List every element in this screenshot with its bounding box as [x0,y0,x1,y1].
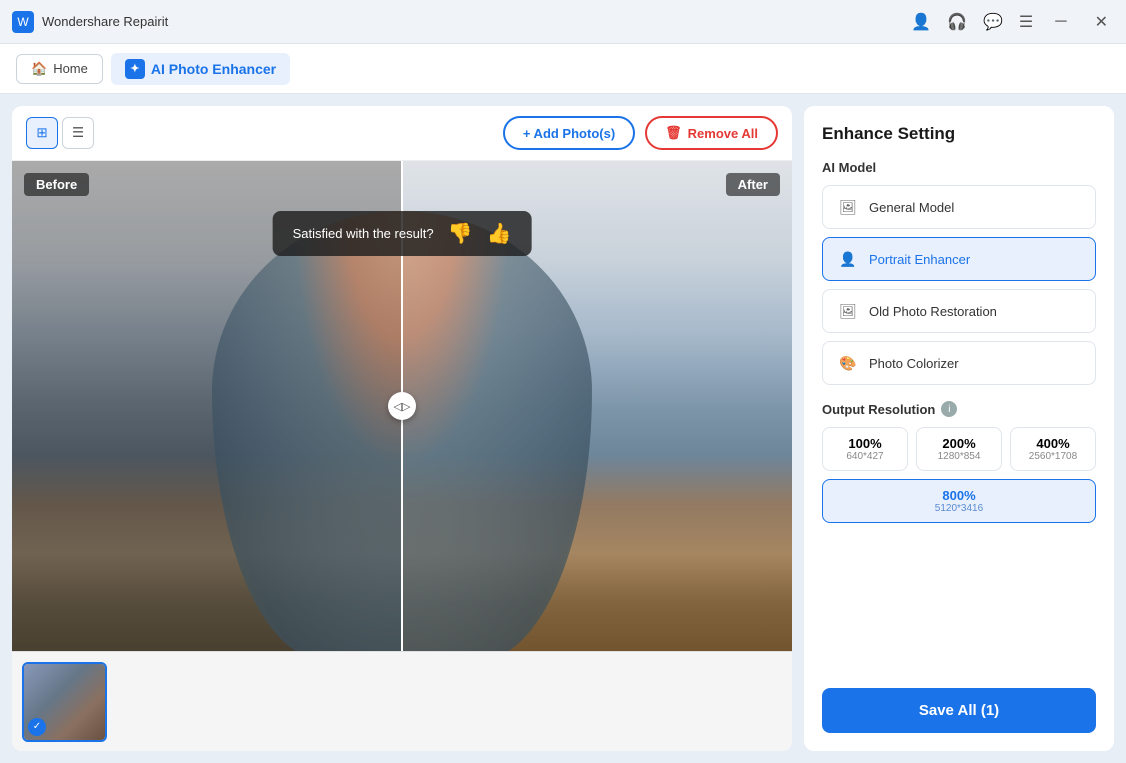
trash-icon: 🗑 [665,125,682,141]
satisfaction-text: Satisfied with the result? [293,226,434,241]
res-800-dims: 5120*3416 [829,503,1089,514]
toolbar: ⊞ ☰ + Add Photo(s) 🗑 Remove All [12,106,792,161]
after-label: After [726,173,780,196]
photo-canvas: Before After Satisfied with the result? … [12,161,792,651]
grid-icon: ⊞ [36,125,47,141]
tab-label: AI Photo Enhancer [151,61,276,77]
resolution-label: Output Resolution [822,402,935,417]
resolution-800[interactable]: 800% 5120*3416 [822,479,1096,523]
satisfaction-popup: Satisfied with the result? 👎 👍 [273,211,532,256]
toolbar-buttons: + Add Photo(s) 🗑 Remove All [503,116,778,150]
app-icon: W [12,11,34,33]
save-all-button[interactable]: Save All (1) [822,688,1096,733]
tab-icon: ✦ [125,59,145,79]
ai-model-section: AI Model 🖼 General Model 👤 Portrait Enha… [822,160,1096,385]
title-bar-left: W Wondershare Repairit [12,11,168,33]
res-400-pct: 400% [1017,436,1089,451]
ai-models-list: 🖼 General Model 👤 Portrait Enhancer 🖼 Ol… [822,185,1096,385]
thumbnail-check: ✓ [28,718,46,736]
home-label: Home [53,61,88,76]
right-panel: Enhance Setting AI Model 🖼 General Model… [804,106,1114,751]
account-icon[interactable]: 👤 [911,12,931,32]
old-photo-model-icon: 🖼 [837,300,859,322]
remove-all-button[interactable]: 🗑 Remove All [645,116,778,150]
active-tab[interactable]: ✦ AI Photo Enhancer [111,53,290,85]
portrait-model-label: Portrait Enhancer [869,252,970,267]
info-icon[interactable]: i [941,401,957,417]
general-model-icon: 🖼 [837,196,859,218]
panel-title: Enhance Setting [822,124,1096,144]
left-panel: ⊞ ☰ + Add Photo(s) 🗑 Remove All [12,106,792,751]
main-content: ⊞ ☰ + Add Photo(s) 🗑 Remove All [0,94,1126,763]
app-title: Wondershare Repairit [42,14,168,29]
close-button[interactable]: ✕ [1089,10,1114,34]
resolution-grid: 100% 640*427 200% 1280*854 400% 2560*170… [822,427,1096,471]
res-800-pct: 800% [829,488,1089,503]
chat-icon[interactable]: 💬 [983,12,1003,32]
photo-area: Before After Satisfied with the result? … [12,161,792,651]
res-400-dims: 2560*1708 [1017,451,1089,462]
res-200-dims: 1280*854 [923,451,995,462]
general-model-label: General Model [869,200,954,215]
slider-handle[interactable]: ◁▷ [388,392,416,420]
resolution-section: Output Resolution i 100% 640*427 200% 12… [822,401,1096,523]
title-bar: W Wondershare Repairit 👤 🎧 💬 ☰ ─ ✕ [0,0,1126,44]
minimize-button[interactable]: ─ [1049,11,1072,33]
add-photos-button[interactable]: + Add Photo(s) [503,116,635,150]
headset-icon[interactable]: 🎧 [947,12,967,32]
model-option-old-photo[interactable]: 🖼 Old Photo Restoration [822,289,1096,333]
res-100-dims: 640*427 [829,451,901,462]
nav-bar: 🏠 Home ✦ AI Photo Enhancer [0,44,1126,94]
thumbs-down-icon[interactable]: 👎 [448,221,473,246]
res-200-pct: 200% [923,436,995,451]
grid-view-toggle[interactable]: ⊞ [26,117,58,149]
portrait-model-icon: 👤 [837,248,859,270]
old-photo-model-label: Old Photo Restoration [869,304,997,319]
resolution-400[interactable]: 400% 2560*1708 [1010,427,1096,471]
thumbnail-item[interactable]: ✓ [22,662,107,742]
resolution-100[interactable]: 100% 640*427 [822,427,908,471]
title-bar-controls: 👤 🎧 💬 ☰ ─ ✕ [911,10,1114,34]
colorizer-model-label: Photo Colorizer [869,356,959,371]
before-label: Before [24,173,89,196]
view-toggles: ⊞ ☰ [26,117,94,149]
menu-icon[interactable]: ☰ [1019,12,1033,32]
remove-all-label: Remove All [688,126,758,141]
model-option-general[interactable]: 🖼 General Model [822,185,1096,229]
list-icon: ☰ [72,125,84,141]
thumbnail-strip: ✓ [12,651,792,751]
model-option-colorizer[interactable]: 🎨 Photo Colorizer [822,341,1096,385]
thumbs-up-icon[interactable]: 👍 [486,221,511,246]
res-100-pct: 100% [829,436,901,451]
resolution-header: Output Resolution i [822,401,1096,417]
colorizer-model-icon: 🎨 [837,352,859,374]
ai-model-label: AI Model [822,160,1096,175]
model-option-portrait[interactable]: 👤 Portrait Enhancer [822,237,1096,281]
home-button[interactable]: 🏠 Home [16,54,103,84]
list-view-toggle[interactable]: ☰ [62,117,94,149]
home-icon: 🏠 [31,61,47,77]
resolution-200[interactable]: 200% 1280*854 [916,427,1002,471]
